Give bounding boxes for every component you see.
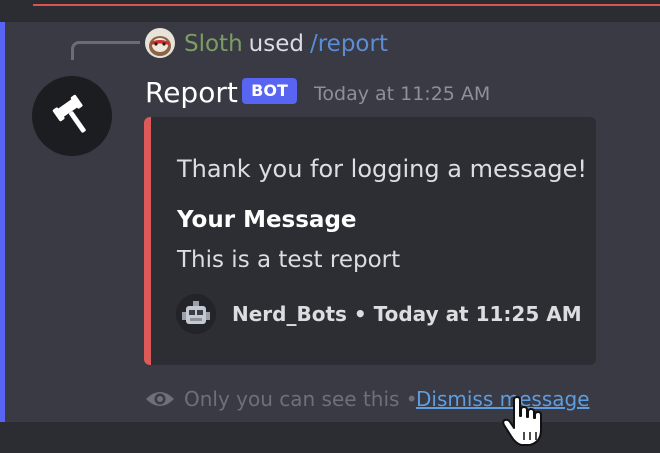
ephemeral-text: Only you can see this • <box>184 387 418 411</box>
reply-spine <box>71 41 140 60</box>
reply-action: used <box>248 31 304 57</box>
reply-context: Sloth used/report <box>184 29 388 59</box>
embed-field-name: Your Message <box>177 207 357 233</box>
bottom-strip <box>0 422 660 453</box>
embed-footer: Nerd_Bots • Today at 11:25 AM <box>232 302 582 326</box>
top-strip <box>0 0 660 22</box>
reply-command[interactable]: /report <box>310 31 388 57</box>
gavel-icon <box>52 94 86 133</box>
reply-avatar[interactable] <box>145 28 175 58</box>
message-container: Sloth used/report Report BOT Today at 11:… <box>0 22 660 422</box>
reply-username[interactable]: Sloth <box>184 31 243 57</box>
bot-badge: BOT <box>242 78 297 104</box>
bot-avatar[interactable] <box>32 76 112 156</box>
unread-divider <box>33 4 660 6</box>
message-author[interactable]: Report <box>145 74 238 112</box>
message-timestamp[interactable]: Today at 11:25 AM <box>314 81 490 107</box>
eye-icon <box>146 392 174 406</box>
footer-avatar <box>176 294 216 334</box>
hand-cursor-icon <box>502 396 542 446</box>
embed-field-value: This is a test report <box>177 247 401 273</box>
highlight-bar <box>0 22 5 422</box>
embed-description: Thank you for logging a message! <box>177 155 588 183</box>
embed: Thank you for logging a message! Your Me… <box>144 117 596 365</box>
